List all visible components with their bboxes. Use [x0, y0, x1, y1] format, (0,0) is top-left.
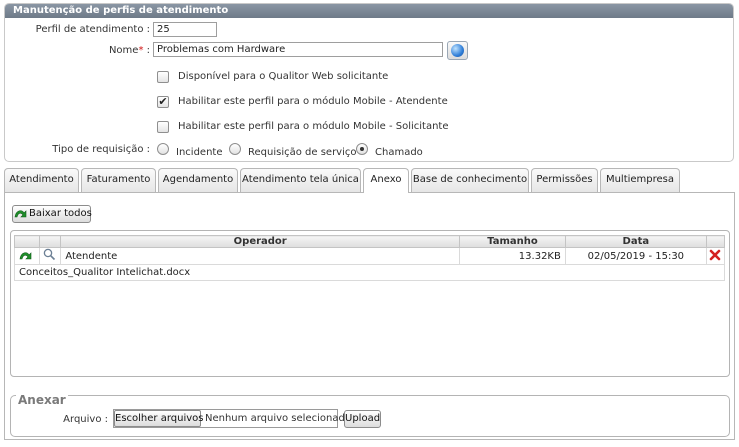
required-mark: *	[138, 45, 144, 56]
radio-incidente-label: Incidente	[176, 147, 223, 158]
panel-title: Manutenção de perfis de atendimento	[5, 4, 733, 18]
tab-multiempresa[interactable]: Multiempresa	[600, 168, 680, 192]
col-data[interactable]: Data	[564, 235, 707, 248]
choose-files-button[interactable]: Escolher arquivos	[114, 410, 203, 427]
download-all-button[interactable]: Baixar todos	[12, 205, 92, 223]
perfil-label: Perfil de atendimento :	[35, 24, 150, 35]
anexo-tab-panel: Baixar todos Operador Tamanho Data Atend…	[4, 192, 735, 440]
tipo-requisicao-label: Tipo de requisição :	[52, 144, 150, 155]
checkbox-mobile-solicitante-label: Habilitar este perfil para o módulo Mobi…	[178, 121, 449, 132]
attachments-grid: Operador Tamanho Data Atendente 13.32KB …	[10, 230, 730, 377]
attachments-table: Operador Tamanho Data Atendente 13.32KB …	[13, 235, 726, 281]
operador-cell: Atendente	[60, 247, 461, 265]
checkbox-mobile-solicitante[interactable]	[157, 121, 169, 133]
nome-label-group: Nome* :	[15, 45, 150, 56]
col-action-1	[13, 235, 41, 248]
checkbox-mobile-atendente[interactable]: ✔	[157, 96, 169, 108]
anexar-fieldset: Anexar Arquivo : Escolher arquivos Nenhu…	[10, 393, 730, 437]
checkbox-qualitor-web[interactable]	[157, 71, 169, 83]
tab-atendimento[interactable]: Atendimento	[4, 168, 79, 192]
radio-chamado-label: Chamado	[375, 147, 423, 158]
tab-bar: Atendimento Faturamento Agendamento Aten…	[4, 168, 735, 193]
data-cell: 02/05/2019 - 15:30	[564, 247, 707, 265]
globe-icon[interactable]	[447, 41, 468, 60]
tab-anexo[interactable]: Anexo	[363, 168, 409, 193]
tab-faturamento[interactable]: Faturamento	[81, 168, 156, 192]
col-action-2	[39, 235, 62, 248]
download-arrow-icon[interactable]	[18, 249, 34, 261]
table-row-filename: Conceitos_Qualitor Intelichat.docx	[14, 264, 725, 281]
nome-colon: :	[146, 45, 150, 56]
nome-label: Nome	[108, 45, 139, 56]
tab-atendimento-tela-unica[interactable]: Atendimento tela única	[240, 168, 361, 192]
checkbox-mobile-atendente-label: Habilitar este perfil para o módulo Mobi…	[178, 96, 448, 107]
upload-button[interactable]: Upload	[344, 410, 381, 428]
arquivo-label: Arquivo :	[63, 414, 108, 425]
delete-x-icon[interactable]	[709, 249, 721, 261]
tab-base-conhecimento[interactable]: Base de conhecimento	[411, 168, 529, 192]
perfil-id-field[interactable]: 25	[153, 22, 217, 37]
radio-requisicao-servico[interactable]	[229, 143, 241, 155]
profile-form-panel: Manutenção de perfis de atendimento Perf…	[4, 3, 734, 162]
filename-link[interactable]: Conceitos_Qualitor Intelichat.docx	[14, 264, 725, 281]
col-action-3	[705, 235, 726, 248]
table-header-row: Operador Tamanho Data	[13, 235, 726, 248]
magnifier-icon[interactable]	[43, 248, 56, 261]
tab-permissoes[interactable]: Permissões	[531, 168, 598, 192]
file-input[interactable]: Escolher arquivos Nenhum arquivo selecio…	[113, 409, 351, 428]
anexar-title: Anexar	[16, 393, 68, 407]
radio-incidente[interactable]	[157, 143, 169, 155]
download-arrow-icon	[14, 210, 27, 218]
view-cell[interactable]	[39, 247, 62, 265]
tamanho-cell: 13.32KB	[459, 247, 566, 265]
tab-agendamento[interactable]: Agendamento	[158, 168, 238, 192]
no-file-selected-text: Nenhum arquivo selecionado	[205, 413, 351, 424]
col-operador[interactable]: Operador	[60, 235, 461, 248]
delete-cell[interactable]	[705, 247, 726, 265]
table-row: Atendente 13.32KB 02/05/2019 - 15:30	[13, 247, 726, 265]
checkbox-qualitor-web-label: Disponível para o Qualitor Web solicitan…	[178, 71, 389, 82]
download-cell[interactable]	[13, 247, 41, 265]
radio-chamado[interactable]	[356, 143, 368, 155]
checkmark-icon: ✔	[158, 95, 168, 108]
download-all-label: Baixar todos	[29, 208, 92, 219]
col-tamanho[interactable]: Tamanho	[459, 235, 566, 248]
radio-requisicao-servico-label: Requisição de serviço	[248, 147, 357, 158]
nome-field[interactable]: Problemas com Hardware	[153, 42, 443, 57]
